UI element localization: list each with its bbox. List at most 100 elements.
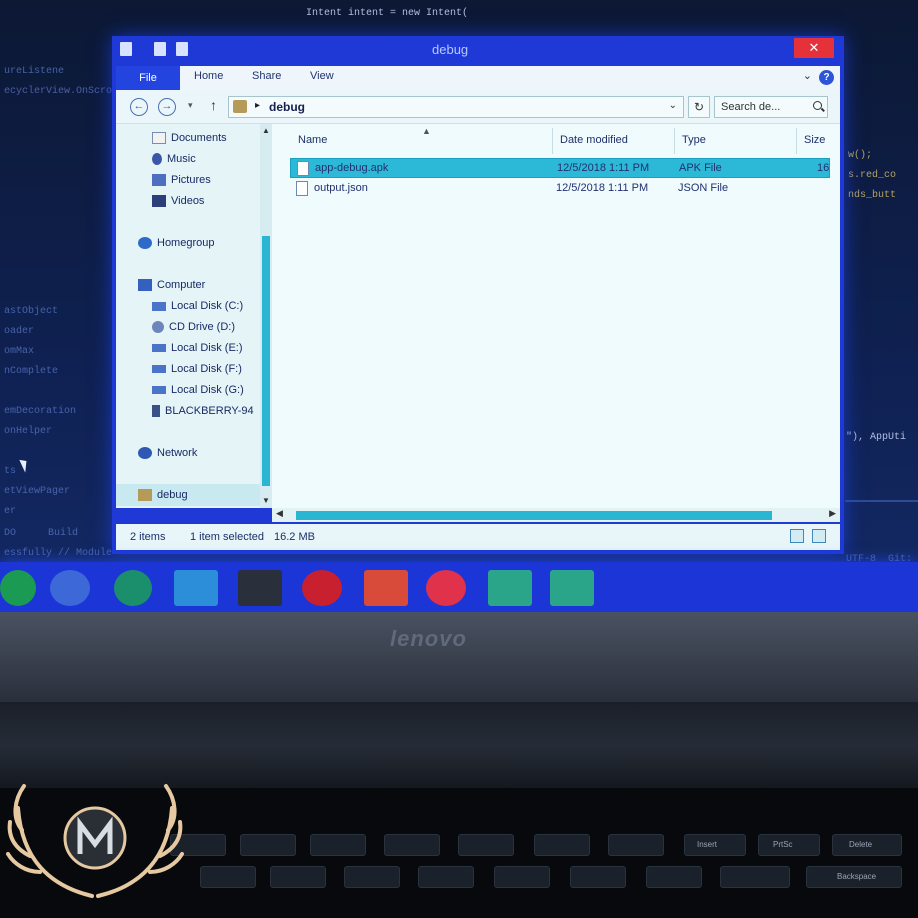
- tab-home[interactable]: Home: [194, 70, 223, 82]
- app-icon[interactable]: [114, 570, 152, 606]
- taskbar: [0, 562, 918, 612]
- key: [384, 834, 440, 856]
- network-icon: [138, 447, 152, 460]
- drive-icon: [152, 344, 166, 353]
- details-view-button[interactable]: [790, 529, 804, 543]
- ide-fragment: er: [4, 506, 17, 517]
- sidebar-item-label: Local Disk (F:): [171, 363, 242, 375]
- table-row[interactable]: output.json 12/5/2018 1:11 PM JSON File: [290, 179, 830, 199]
- navigation-pane: Documents Music Pictures Videos Homegrou…: [116, 124, 262, 508]
- properties-icon[interactable]: [154, 42, 166, 56]
- column-header-name[interactable]: Name: [298, 134, 327, 146]
- file-name: app-debug.apk: [315, 162, 389, 174]
- tab-share[interactable]: Share: [252, 70, 281, 82]
- tab-view[interactable]: View: [310, 70, 334, 82]
- ide-code-line: Intent intent = new Intent(: [306, 8, 469, 19]
- sidebar-item-label: Local Disk (G:): [171, 384, 244, 396]
- sidebar-item-documents[interactable]: Documents: [152, 132, 227, 145]
- app-icon[interactable]: [550, 570, 594, 606]
- scroll-right-icon[interactable]: ▶: [829, 508, 836, 519]
- app-icon[interactable]: [488, 570, 532, 606]
- key: [720, 866, 790, 888]
- close-button[interactable]: ✕: [794, 38, 834, 58]
- sidebar-item-debug[interactable]: debug: [138, 489, 188, 502]
- browser-icon[interactable]: [50, 570, 90, 606]
- media-player-icon[interactable]: [364, 570, 408, 606]
- search-input[interactable]: Search de...: [714, 96, 828, 118]
- up-arrow-icon[interactable]: ↑: [210, 97, 217, 113]
- ide-fragment: nComplete: [4, 366, 59, 377]
- app-icon[interactable]: [426, 570, 466, 606]
- sidebar-item-computer[interactable]: Computer: [138, 279, 205, 292]
- recent-locations-icon[interactable]: ▾: [188, 100, 193, 111]
- sidebar-item-homegroup[interactable]: Homegroup: [138, 237, 214, 250]
- sidebar-item-music[interactable]: Music: [152, 153, 196, 166]
- breadcrumb-separator[interactable]: ▸: [255, 100, 260, 111]
- sidebar-item-label: Local Disk (C:): [171, 300, 244, 312]
- opera-icon[interactable]: [302, 570, 342, 606]
- sidebar-item-pictures[interactable]: Pictures: [152, 174, 211, 187]
- column-divider[interactable]: [796, 128, 797, 154]
- key-prtsc: PrtSc: [758, 834, 820, 856]
- window-title: debug: [432, 42, 469, 57]
- folder-icon: [138, 489, 152, 502]
- file-list: Name ▲ Date modified Type Size app-debug…: [272, 124, 840, 508]
- table-row[interactable]: app-debug.apk 12/5/2018 1:11 PM APK File…: [290, 158, 830, 178]
- address-bar[interactable]: ▸ debug ⌄: [228, 96, 684, 118]
- android-studio-icon[interactable]: [0, 570, 36, 606]
- column-divider[interactable]: [674, 128, 675, 154]
- breadcrumb-debug[interactable]: debug: [269, 100, 305, 114]
- ide-fragment: etViewPager: [4, 486, 71, 497]
- file-type: APK File: [679, 162, 722, 174]
- key: [494, 866, 550, 888]
- sidebar-item-blackberry[interactable]: BLACKBERRY-94: [152, 405, 254, 418]
- back-button[interactable]: ←: [130, 98, 148, 116]
- cd-drive-icon: [152, 321, 164, 334]
- chevron-down-icon[interactable]: ⌄: [669, 100, 677, 111]
- key-label: Backspace: [837, 872, 877, 881]
- help-icon[interactable]: ?: [819, 70, 834, 85]
- scroll-left-icon[interactable]: ◀: [276, 508, 283, 519]
- sidebar-item-drive-d[interactable]: CD Drive (D:): [152, 321, 235, 334]
- ide-fragment: onHelper: [4, 426, 53, 437]
- sidebar-item-drive-g[interactable]: Local Disk (G:): [152, 384, 244, 396]
- forward-button[interactable]: →: [158, 98, 176, 116]
- telegram-icon[interactable]: [174, 570, 218, 606]
- key-label: Insert: [697, 840, 718, 849]
- status-size: 16.2 MB: [274, 531, 315, 543]
- key-label: PrtSc: [773, 840, 793, 849]
- column-header-date[interactable]: Date modified: [560, 134, 628, 146]
- ide-fragment: astObject: [4, 306, 59, 317]
- column-header-size[interactable]: Size: [804, 134, 825, 146]
- music-icon: [152, 153, 162, 166]
- file-date: 12/5/2018 1:11 PM: [556, 182, 649, 194]
- status-selection: 1 item selected: [190, 531, 264, 543]
- ide-build-tab[interactable]: Build: [48, 528, 78, 539]
- sidebar-item-drive-c[interactable]: Local Disk (C:): [152, 300, 243, 312]
- drive-icon: [152, 365, 166, 374]
- tab-file[interactable]: File: [116, 66, 180, 90]
- new-folder-icon[interactable]: [176, 42, 188, 56]
- file-icon: [297, 161, 309, 176]
- nav-scroll-thumb[interactable]: [262, 236, 270, 486]
- title-bar[interactable]: debug ✕: [112, 36, 844, 64]
- sidebar-item-network[interactable]: Network: [138, 447, 197, 460]
- horizontal-scroll-thumb[interactable]: [296, 511, 772, 520]
- column-divider[interactable]: [552, 128, 553, 154]
- refresh-button[interactable]: ↻: [688, 96, 710, 118]
- sidebar-item-videos[interactable]: Videos: [152, 195, 204, 208]
- sidebar-item-label: Documents: [171, 132, 227, 144]
- sidebar-item-drive-e[interactable]: Local Disk (E:): [152, 342, 243, 354]
- scroll-down-icon[interactable]: ▼: [262, 496, 270, 505]
- nav-scrollbar[interactable]: ▲ ▼: [260, 124, 272, 508]
- large-icons-view-button[interactable]: [812, 529, 826, 543]
- folder-icon: [120, 42, 132, 56]
- document-icon: [152, 132, 166, 145]
- horizontal-scrollbar[interactable]: ◀ ▶: [272, 508, 840, 522]
- column-header-type[interactable]: Type: [682, 134, 706, 146]
- key: [570, 866, 626, 888]
- scroll-up-icon[interactable]: ▲: [262, 126, 270, 135]
- webstorm-icon[interactable]: [238, 570, 282, 606]
- sidebar-item-drive-f[interactable]: Local Disk (F:): [152, 363, 242, 375]
- chevron-down-icon[interactable]: ⌄: [803, 69, 812, 82]
